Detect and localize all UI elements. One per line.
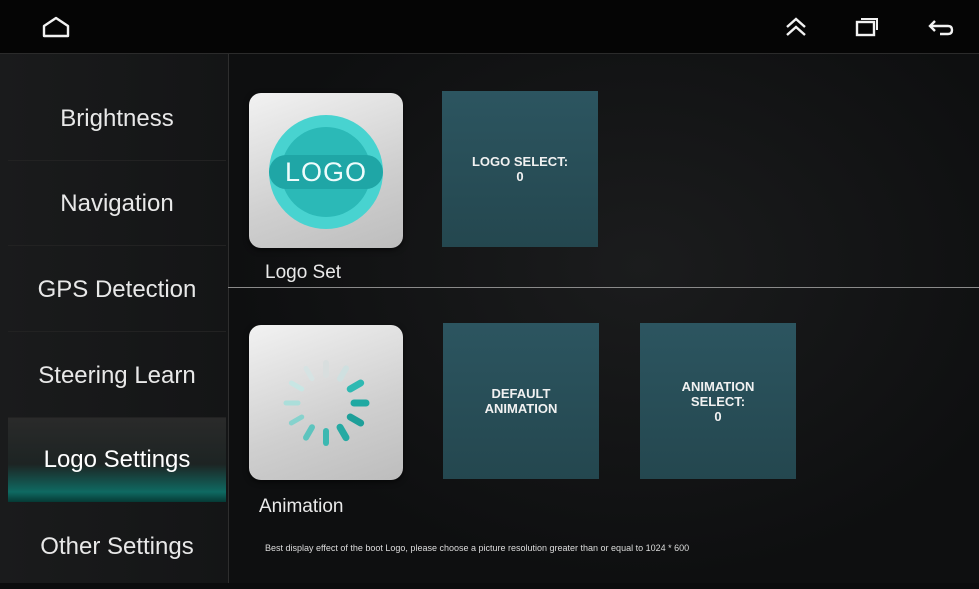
animation-label: Animation <box>259 496 344 517</box>
sidebar-item-brightness[interactable]: Brightness <box>8 77 226 161</box>
sidebar-item-label: Brightness <box>60 104 174 132</box>
sidebar-item-label: Logo Settings <box>43 446 191 473</box>
logo-icon-text: LOGO <box>284 157 368 187</box>
sidebar-item-label: GPS Detection <box>37 275 197 303</box>
section-divider <box>228 287 979 288</box>
sidebar-item-gps-detection[interactable]: GPS Detection <box>8 248 226 332</box>
animation-tile[interactable] <box>249 325 403 480</box>
home-icon[interactable] <box>40 12 72 42</box>
sidebar-item-other-settings[interactable]: Other Settings <box>8 505 226 589</box>
logo-set-label: Logo Set <box>265 262 342 283</box>
animation-select-tile[interactable]: ANIMATION SELECT: 0 <box>640 323 796 479</box>
sidebar-item-navigation[interactable]: Navigation <box>8 162 226 246</box>
back-icon[interactable] <box>925 12 957 42</box>
sidebar-item-label: Other Settings <box>40 533 194 560</box>
resolution-hint: Best display effect of the boot Logo, pl… <box>265 543 690 553</box>
loading-spinner-icon <box>283 360 370 446</box>
logo-select-tile[interactable]: LOGO SELECT: 0 <box>442 91 598 247</box>
status-bar <box>0 0 979 54</box>
default-animation-tile[interactable]: DEFAULT ANIMATION <box>443 323 599 479</box>
sidebar-item-label: Navigation <box>60 189 174 217</box>
sidebar-item-logo-settings[interactable]: Logo Settings <box>8 418 226 502</box>
logo-set-tile[interactable]: LOGO <box>249 93 403 248</box>
sidebar-item-steering-learn[interactable]: Steering Learn <box>8 334 226 418</box>
sidebar-item-label: Steering Learn <box>38 361 196 389</box>
double-chevron-up-icon[interactable] <box>780 12 812 42</box>
recent-apps-icon[interactable] <box>850 12 882 42</box>
